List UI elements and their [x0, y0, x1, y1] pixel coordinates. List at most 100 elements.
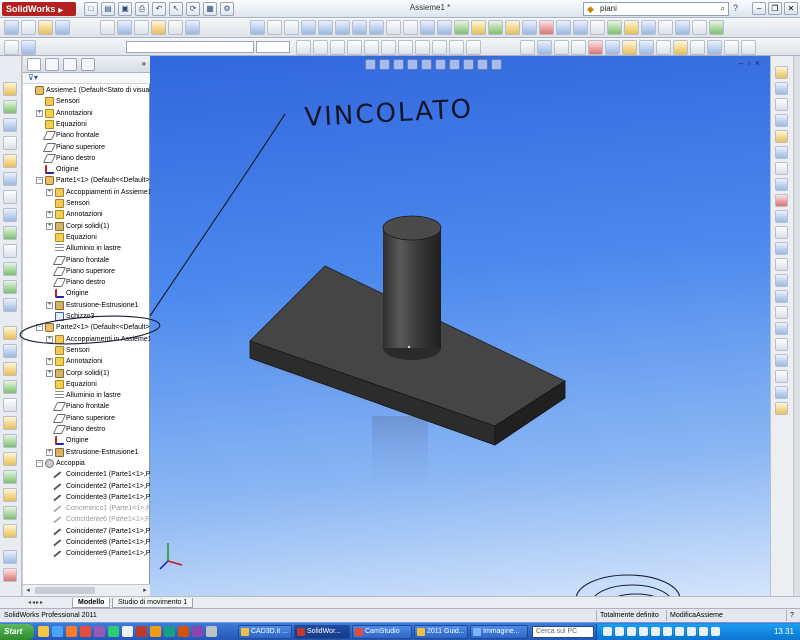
assembly-features-icon[interactable]: [3, 190, 17, 204]
browser-icon[interactable]: [52, 626, 63, 637]
expand-icon[interactable]: +: [46, 301, 53, 309]
new-motion-study-icon[interactable]: [3, 226, 17, 240]
tray-icon-1[interactable]: [603, 627, 612, 636]
align-right-icon[interactable]: [398, 40, 413, 55]
scroll-right-icon[interactable]: ▸: [140, 585, 150, 596]
bullets-icon[interactable]: [449, 40, 464, 55]
app-icon-3[interactable]: [108, 626, 119, 637]
decals-icon[interactable]: [607, 20, 622, 35]
mate-icon[interactable]: [3, 100, 17, 114]
wireframe-icon[interactable]: [403, 20, 418, 35]
bold-icon[interactable]: [296, 40, 311, 55]
exploded-view-icon[interactable]: [3, 262, 17, 276]
expand-icon[interactable]: +: [46, 222, 53, 230]
view-orientation-icon[interactable]: [352, 20, 367, 35]
polygon-icon[interactable]: [775, 178, 788, 191]
collapse-icon[interactable]: −: [36, 324, 43, 332]
swept-boss-icon[interactable]: [3, 398, 17, 412]
evaluate-icon[interactable]: [3, 550, 17, 564]
instant3d-icon[interactable]: [3, 326, 17, 340]
move-entities-icon[interactable]: [775, 370, 788, 383]
tab-property-manager[interactable]: [45, 58, 59, 71]
spline-icon[interactable]: [775, 194, 788, 207]
select-filter-icon[interactable]: [38, 20, 53, 35]
center-mark-icon[interactable]: [656, 40, 671, 55]
weld-symbol-icon[interactable]: [571, 40, 586, 55]
shaded-edges-icon[interactable]: [437, 20, 452, 35]
line-style-icon[interactable]: [168, 20, 183, 35]
view-settings-icon[interactable]: [590, 20, 605, 35]
taskbar-item-cad3d[interactable]: CAD3D.it ...: [238, 625, 292, 639]
tab-scroll-arrows-icon[interactable]: ◂◂▸▸: [28, 599, 44, 606]
status-help-icon[interactable]: ?: [786, 610, 794, 621]
insert-component-icon[interactable]: [3, 82, 17, 96]
interference-detection-icon[interactable]: [3, 298, 17, 312]
app-icon-9[interactable]: [192, 626, 203, 637]
layer-properties-icon[interactable]: [4, 40, 19, 55]
text-icon[interactable]: [775, 258, 788, 271]
extruded-cut-icon[interactable]: [3, 434, 17, 448]
restore-button[interactable]: ❐: [768, 2, 782, 15]
shaded-icon[interactable]: [420, 20, 435, 35]
add-relation-icon[interactable]: [775, 386, 788, 399]
tray-icon-7[interactable]: [675, 627, 684, 636]
taskbar-item-camstudio[interactable]: CamStudio: [352, 625, 412, 639]
help-icon[interactable]: ?: [733, 3, 745, 15]
smart-fasteners-icon[interactable]: [3, 136, 17, 150]
line-icon[interactable]: [775, 98, 788, 111]
search-input[interactable]: piani: [600, 4, 617, 13]
tray-icon-4[interactable]: [639, 627, 648, 636]
arc-icon[interactable]: [775, 162, 788, 175]
rib-icon[interactable]: [3, 506, 17, 520]
line-format-icon[interactable]: [21, 40, 36, 55]
move-component-icon[interactable]: [55, 20, 70, 35]
font-combo[interactable]: [126, 41, 254, 53]
color-icon[interactable]: [151, 20, 166, 35]
expand-icon[interactable]: +: [46, 358, 53, 366]
repair-sketch-icon[interactable]: [775, 402, 788, 415]
tray-icon-9[interactable]: [699, 627, 708, 636]
rectangle-icon[interactable]: [775, 114, 788, 127]
ellipse-icon[interactable]: [775, 210, 788, 223]
expand-icon[interactable]: +: [46, 369, 53, 377]
smart-dimension-icon[interactable]: [4, 20, 19, 35]
linear-pattern-icon[interactable]: [3, 118, 17, 132]
area-hatch-icon[interactable]: [724, 40, 739, 55]
scroll-thumb[interactable]: [35, 587, 95, 594]
expand-icon[interactable]: +: [46, 335, 53, 343]
app-icon-6[interactable]: [150, 626, 161, 637]
scroll-left-icon[interactable]: ◂: [23, 585, 33, 596]
firefox-icon[interactable]: [66, 626, 77, 637]
realview-icon[interactable]: [488, 20, 503, 35]
smart-dimension-tool-icon[interactable]: [775, 82, 788, 95]
zoom-selection-icon[interactable]: [675, 20, 690, 35]
select-icon[interactable]: [21, 20, 36, 35]
extend-icon[interactable]: [775, 290, 788, 303]
scene-icon[interactable]: [556, 20, 571, 35]
hole-callout-icon[interactable]: [622, 40, 637, 55]
hidden-lines-icon[interactable]: [386, 20, 401, 35]
app-icon-10[interactable]: [206, 626, 217, 637]
point-icon[interactable]: [775, 226, 788, 239]
zoom-icon[interactable]: [284, 20, 299, 35]
tab-motion-study[interactable]: Studio di movimento 1: [112, 598, 194, 608]
fillet-icon[interactable]: [3, 470, 17, 484]
geometric-tolerance-icon[interactable]: [605, 40, 620, 55]
align-center-icon[interactable]: [381, 40, 396, 55]
sketch-icon[interactable]: [3, 344, 17, 358]
app-icon-7[interactable]: [164, 626, 175, 637]
strikethrough-icon[interactable]: [347, 40, 362, 55]
revision-cloud-icon[interactable]: [673, 40, 688, 55]
search-icon[interactable]: ⌕: [721, 3, 725, 15]
close-button[interactable]: ✕: [784, 2, 798, 15]
line-thickness-icon[interactable]: [185, 20, 200, 35]
start-button[interactable]: Start: [0, 624, 34, 640]
camera-icon[interactable]: [573, 20, 588, 35]
ambient-occlusion-icon[interactable]: [522, 20, 537, 35]
tray-icon-8[interactable]: [687, 627, 696, 636]
lights-icon[interactable]: [624, 20, 639, 35]
rotate-view-icon[interactable]: [301, 20, 316, 35]
tab-model[interactable]: Modello: [72, 598, 111, 608]
sketch-tool-icon[interactable]: [775, 66, 788, 79]
move-component-tool-icon[interactable]: [3, 154, 17, 168]
